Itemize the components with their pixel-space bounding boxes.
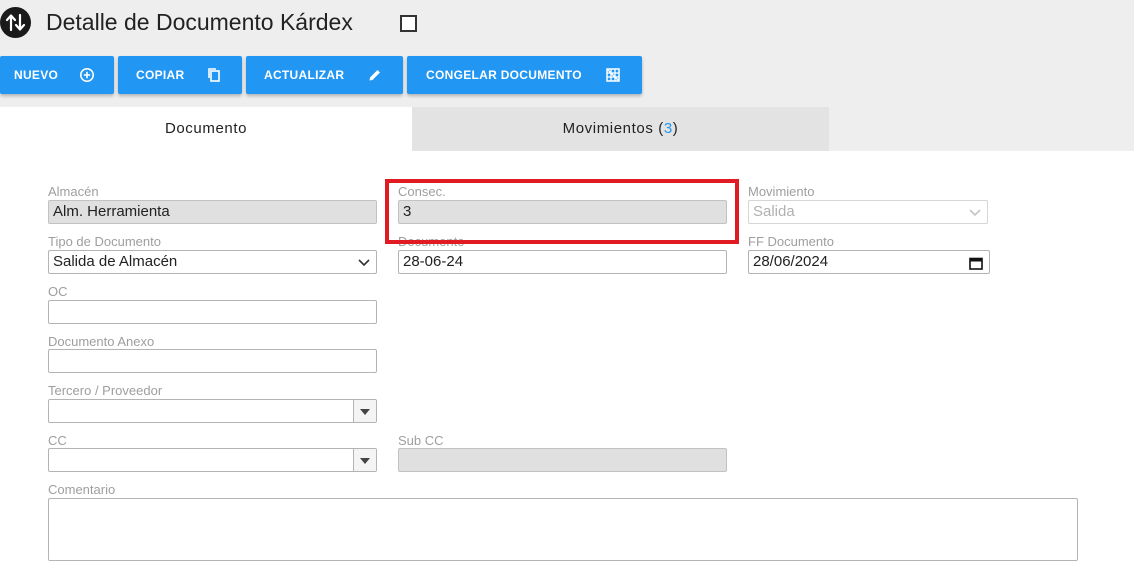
chevron-down-icon xyxy=(969,209,981,217)
congelar-documento-button-label: CONGELAR DOCUMENTO xyxy=(426,68,582,82)
documento-anexo-label: Documento Anexo xyxy=(48,334,155,349)
tab-documento[interactable]: Documento xyxy=(0,107,412,151)
copiar-button[interactable]: COPIAR xyxy=(118,56,242,94)
nuevo-button-label: NUEVO xyxy=(14,68,59,82)
tercero-proveedor-combobox[interactable] xyxy=(48,399,377,423)
oc-label: OC xyxy=(48,284,68,299)
title-checkbox[interactable] xyxy=(400,15,417,32)
freeze-grid-icon xyxy=(606,68,620,82)
actualizar-button-label: ACTUALIZAR xyxy=(264,68,345,82)
chevron-down-icon xyxy=(358,259,370,267)
tab-movimientos[interactable]: Movimientos (3) xyxy=(412,107,829,151)
tipo-documento-label: Tipo de Documento xyxy=(48,234,161,249)
comentario-label: Comentario xyxy=(48,482,116,497)
tab-documento-label: Documento xyxy=(164,120,248,137)
congelar-documento-button[interactable]: CONGELAR DOCUMENTO xyxy=(407,56,642,94)
page-title: Detalle de Documento Kárdex xyxy=(46,9,353,35)
tipo-documento-value: Salida de Almacén xyxy=(53,253,178,270)
nuevo-button[interactable]: NUEVO xyxy=(0,56,114,94)
tipo-documento-select[interactable]: Salida de Almacén xyxy=(48,250,377,274)
documento-label: Documento xyxy=(398,234,465,249)
almacen-label: Almacén xyxy=(48,184,99,199)
tercero-proveedor-label: Tercero / Proveedor xyxy=(48,383,163,398)
caret-down-icon xyxy=(360,409,370,415)
tab-movimientos-count: 3 xyxy=(663,120,673,137)
copy-icon xyxy=(208,68,220,82)
documento-anexo-field[interactable] xyxy=(48,349,377,373)
actualizar-button[interactable]: ACTUALIZAR xyxy=(246,56,403,94)
movimiento-label: Movimiento xyxy=(748,184,815,199)
comentario-textarea[interactable] xyxy=(48,498,1078,561)
tercero-dropdown-button[interactable] xyxy=(353,400,376,422)
tab-movimientos-close-paren: ) xyxy=(672,120,679,137)
caret-down-icon xyxy=(360,458,370,464)
documento-field[interactable]: 28-06-24 xyxy=(398,250,727,274)
ff-documento-label: FF Documento xyxy=(748,234,834,249)
sub-cc-label: Sub CC xyxy=(398,433,444,448)
tab-movimientos-label: Movimientos (3) xyxy=(412,120,829,137)
cc-label: CC xyxy=(48,433,67,448)
consec-field: 3 xyxy=(398,200,727,224)
sub-cc-field xyxy=(398,448,727,472)
tab-movimientos-text: Movimientos xyxy=(562,120,654,137)
oc-field[interactable] xyxy=(48,300,377,324)
calendar-icon[interactable] xyxy=(969,256,983,270)
movimiento-select: Salida xyxy=(748,200,988,224)
consec-label: Consec. xyxy=(398,184,446,199)
movimiento-value: Salida xyxy=(753,203,795,220)
almacen-field: Alm. Herramienta xyxy=(48,200,377,224)
ff-documento-value: 28/06/2024 xyxy=(753,253,829,270)
cc-dropdown-button[interactable] xyxy=(353,449,376,471)
plus-circle-icon xyxy=(80,68,94,82)
pencil-icon xyxy=(369,70,380,81)
copiar-button-label: COPIAR xyxy=(136,68,185,82)
up-down-arrows-icon xyxy=(0,7,31,38)
cc-combobox[interactable] xyxy=(48,448,377,472)
ff-documento-date-field[interactable]: 28/06/2024 xyxy=(748,250,990,274)
